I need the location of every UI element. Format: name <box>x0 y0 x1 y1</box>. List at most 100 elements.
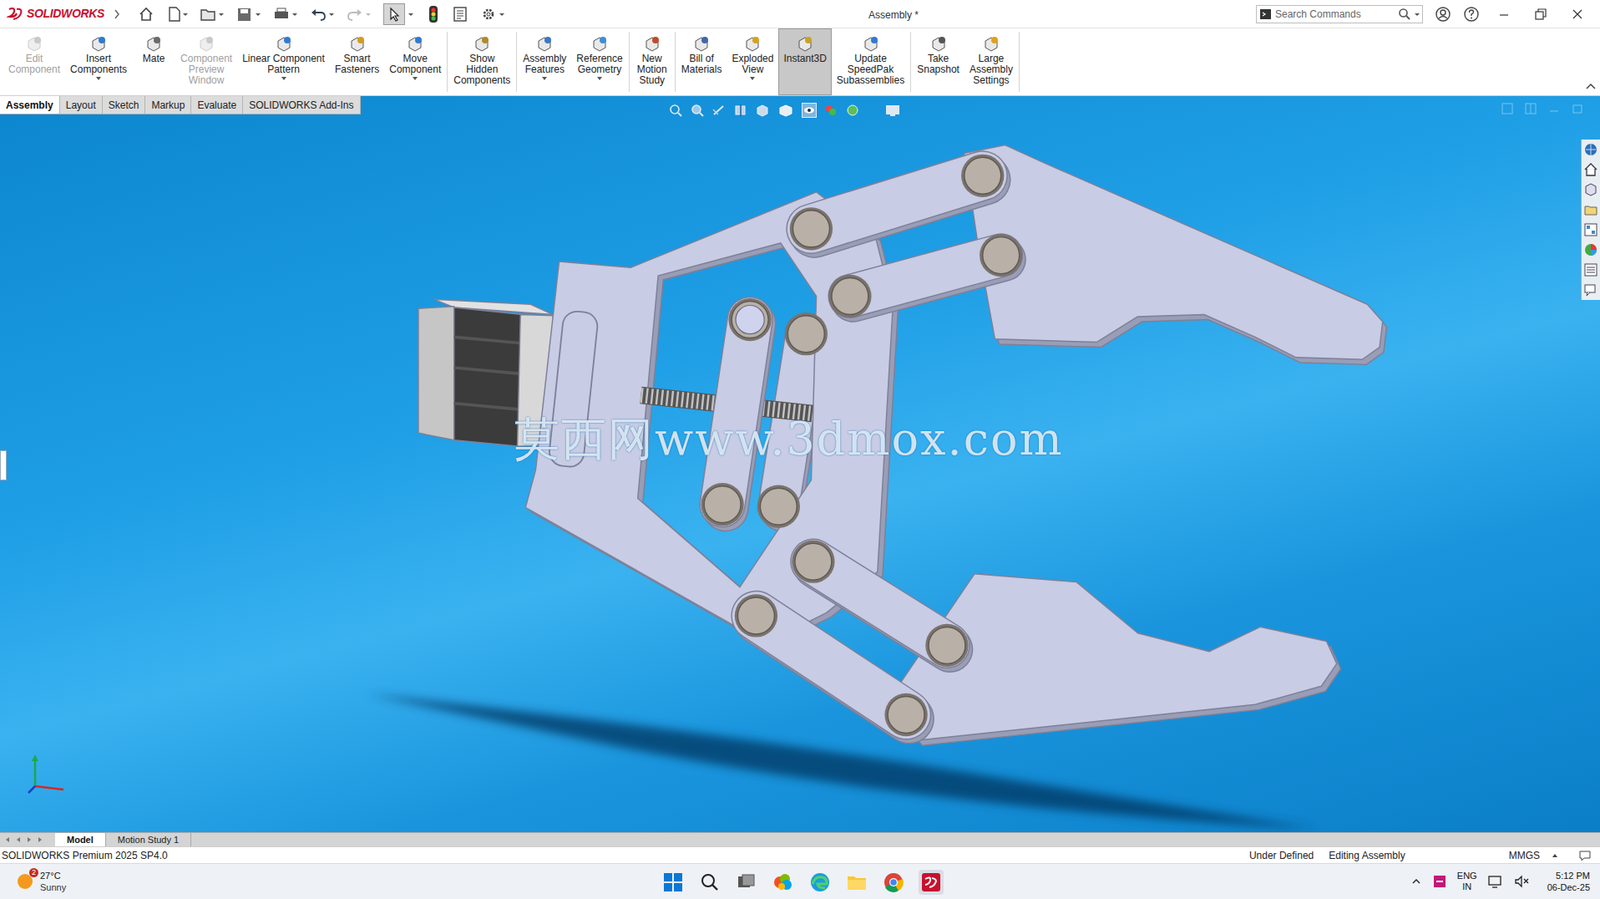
quick-tips-icon[interactable] <box>1578 849 1592 861</box>
split-view-icon[interactable] <box>1501 102 1514 115</box>
search-icon[interactable] <box>698 870 722 894</box>
new-document-icon[interactable] <box>166 5 188 23</box>
expand-arrow-icon[interactable] <box>112 8 122 21</box>
gripper-model[interactable] <box>0 96 1600 832</box>
dropdown-arrow-icon[interactable] <box>540 75 549 82</box>
magnifier-icon[interactable] <box>1397 6 1413 22</box>
ribbon-button[interactable]: EditComponent <box>3 28 66 96</box>
dropdown-arrow-icon[interactable] <box>595 75 604 82</box>
display-style-icon[interactable] <box>776 102 795 118</box>
custom-properties-icon[interactable] <box>1583 262 1599 278</box>
ribbon-button[interactable]: MoveComponent <box>384 28 446 96</box>
restore-icon[interactable] <box>1528 5 1554 23</box>
command-tab[interactable]: SOLIDWORKS Add-Ins <box>243 96 360 114</box>
tile-view-icon[interactable] <box>1524 102 1537 115</box>
next-tab-icon[interactable] <box>25 835 34 844</box>
rebuild-icon[interactable] <box>426 5 441 24</box>
redo-icon[interactable] <box>346 5 372 23</box>
gear-icon[interactable] <box>480 5 506 23</box>
view-palette-icon[interactable] <box>1583 222 1599 238</box>
ribbon-button[interactable]: AssemblyFeatures <box>517 28 572 96</box>
unit-system[interactable]: MMGS <box>1508 847 1540 863</box>
scene-icon[interactable] <box>845 102 861 118</box>
first-tab-icon[interactable] <box>3 835 12 844</box>
ribbon-button[interactable]: ShowHiddenComponents <box>448 28 516 96</box>
dropdown-arrow-icon[interactable] <box>279 75 289 82</box>
resources-icon[interactable] <box>1583 141 1599 157</box>
previous-tab-icon[interactable] <box>14 835 23 844</box>
sheet-tab[interactable]: Model <box>55 832 107 846</box>
dropdown-arrow-icon[interactable] <box>748 75 757 82</box>
command-tab[interactable]: Layout <box>60 96 103 114</box>
forum-icon[interactable] <box>1583 282 1599 298</box>
print-icon[interactable] <box>273 5 299 23</box>
help-icon[interactable] <box>1463 5 1480 23</box>
input-language[interactable]: ENGIN <box>1457 870 1478 892</box>
file-explorer-icon[interactable] <box>1583 202 1599 218</box>
collapse-ribbon-icon[interactable] <box>1584 81 1597 91</box>
ribbon-button[interactable]: LargeAssemblySettings <box>964 28 1018 96</box>
dropdown-arrow-icon[interactable] <box>94 75 103 82</box>
maximize-icon[interactable] <box>1571 102 1584 115</box>
edge-icon[interactable] <box>808 870 832 894</box>
command-tab[interactable]: Evaluate <box>191 96 244 114</box>
home-icon[interactable] <box>137 5 155 23</box>
clock[interactable]: 5:12 PM 06-Dec-25 <box>1547 869 1590 893</box>
view-orientation-icon[interactable] <box>754 102 770 118</box>
zoom-fit-icon[interactable] <box>668 102 684 118</box>
ribbon-button[interactable]: Linear ComponentPattern <box>237 28 330 96</box>
units-menu-icon[interactable] <box>1549 850 1560 861</box>
security-icon[interactable] <box>1432 873 1448 889</box>
ribbon-button[interactable]: ReferenceGeometry <box>571 28 628 96</box>
sheet-tab[interactable]: Motion Study 1 <box>106 832 192 846</box>
ribbon-button[interactable]: SmartFasteners <box>329 28 385 96</box>
home-icon[interactable] <box>1583 162 1599 178</box>
view-settings-icon[interactable] <box>883 102 902 118</box>
command-tab[interactable]: Markup <box>145 96 192 114</box>
previous-view-icon[interactable] <box>711 102 727 118</box>
appearance-icon[interactable] <box>823 102 839 118</box>
copilot-icon[interactable] <box>771 870 795 894</box>
feature-tree-handle[interactable] <box>0 450 7 481</box>
show-hidden-icons-icon[interactable] <box>1410 875 1423 887</box>
appearances-icon[interactable] <box>1583 242 1599 258</box>
ribbon-button[interactable]: TakeSnapshot <box>911 28 965 96</box>
last-tab-icon[interactable] <box>35 835 45 844</box>
open-folder-icon[interactable] <box>199 5 225 23</box>
command-tab[interactable]: Assembly <box>0 96 61 114</box>
weather-widget[interactable]: 2 27°C Sunny <box>0 869 168 893</box>
ribbon-button[interactable]: NewMotionStudy <box>630 28 674 96</box>
ribbon-button[interactable]: UpdateSpeedPakSubassemblies <box>831 28 910 96</box>
user-icon[interactable] <box>1434 5 1452 23</box>
ribbon-button[interactable]: ExplodedView <box>726 28 779 96</box>
minimize-icon[interactable] <box>1491 5 1517 23</box>
dropdown-arrow-icon[interactable] <box>406 5 416 23</box>
close-icon[interactable] <box>1564 5 1590 23</box>
save-icon[interactable] <box>236 5 262 23</box>
file-properties-icon[interactable] <box>451 5 469 23</box>
chrome-icon[interactable] <box>881 870 906 894</box>
logo[interactable]: SOLIDWORKS <box>0 5 113 23</box>
ribbon-button[interactable]: Instant3D <box>778 28 831 96</box>
graphics-area[interactable]: AssemblyLayoutSketchMarkupEvaluateSOLIDW… <box>0 96 1600 832</box>
speaker-muted-icon[interactable] <box>1513 873 1531 889</box>
command-tab[interactable]: Sketch <box>102 96 147 114</box>
file-explorer-icon[interactable] <box>845 870 869 894</box>
select-tool[interactable] <box>383 3 406 26</box>
network-icon[interactable] <box>1487 873 1504 889</box>
design-library-icon[interactable] <box>1583 182 1599 198</box>
gripper-assembly[interactable] <box>367 145 1388 830</box>
solidworks-task[interactable] <box>918 869 944 895</box>
dropdown-arrow-icon[interactable] <box>410 75 420 82</box>
hide-show-items[interactable] <box>801 102 817 118</box>
search-input[interactable] <box>1275 6 1398 22</box>
dropdown-arrow-icon[interactable] <box>1412 6 1423 22</box>
search-box[interactable] <box>1255 5 1423 24</box>
section-view-icon[interactable] <box>733 102 749 118</box>
ribbon-button[interactable]: ComponentPreviewWindow <box>175 28 238 96</box>
ribbon-button[interactable]: InsertComponents <box>65 28 132 96</box>
windows-start-icon[interactable] <box>661 870 685 894</box>
task-view-icon[interactable] <box>734 870 759 894</box>
undo-icon[interactable] <box>309 5 335 23</box>
minimize-icon[interactable] <box>1548 102 1560 115</box>
